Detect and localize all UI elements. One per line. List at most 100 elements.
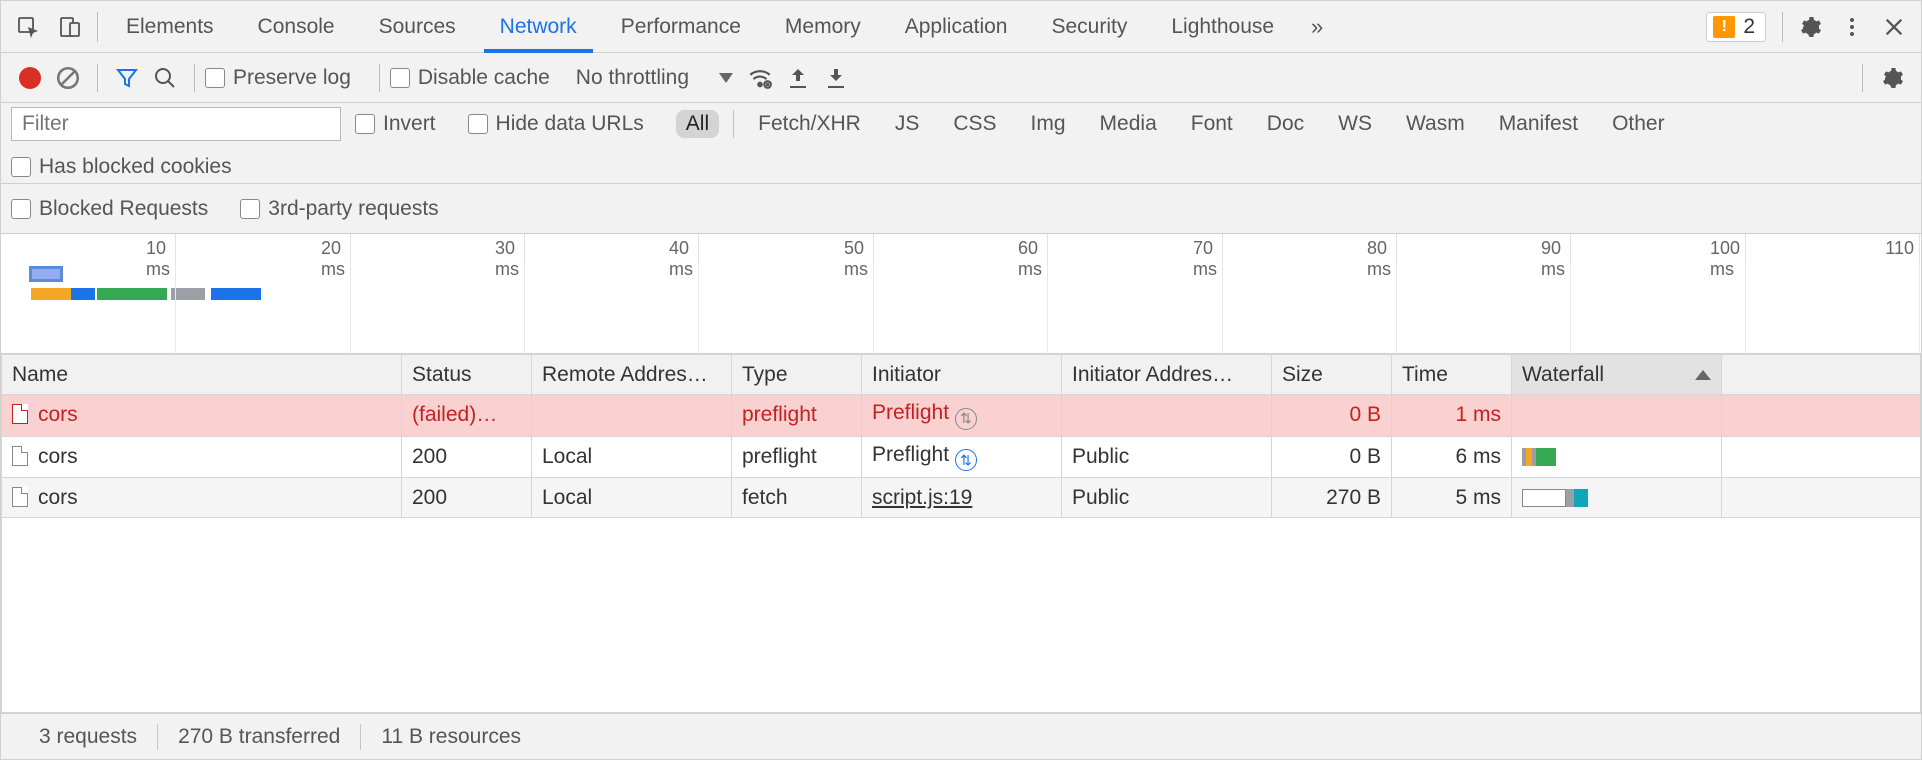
timeline-overview[interactable]: 10 ms20 ms30 ms40 ms50 ms60 ms70 ms80 ms… bbox=[1, 234, 1921, 354]
cell-type: preflight bbox=[732, 395, 862, 437]
separator bbox=[97, 12, 98, 42]
tab-lighthouse[interactable]: Lighthouse bbox=[1149, 1, 1296, 52]
cell-name: cors bbox=[2, 436, 402, 478]
cell-spacer bbox=[1722, 436, 1921, 478]
checkbox-icon bbox=[390, 68, 410, 88]
panel-tabstrip: ElementsConsoleSourcesNetworkPerformance… bbox=[1, 1, 1921, 53]
tab-console[interactable]: Console bbox=[236, 1, 357, 52]
network-conditions-icon[interactable] bbox=[741, 59, 779, 97]
tab-elements[interactable]: Elements bbox=[104, 1, 236, 52]
cell-status: 200 bbox=[402, 478, 532, 518]
table-row[interactable]: cors(failed)…preflightPreflight⇅0 B1 ms bbox=[2, 395, 1921, 437]
device-toolbar-icon[interactable] bbox=[49, 6, 91, 48]
cell-remote-address: Local bbox=[532, 478, 732, 518]
3rd-party-requests-checkbox[interactable]: 3rd-party requests bbox=[240, 197, 438, 221]
type-filter-img[interactable]: Img bbox=[1021, 110, 1076, 138]
col-type[interactable]: Type bbox=[732, 355, 862, 395]
settings-gear-icon[interactable] bbox=[1789, 6, 1831, 48]
type-filter-js[interactable]: JS bbox=[885, 110, 930, 138]
col-initiator[interactable]: Initiator bbox=[862, 355, 1062, 395]
more-tabs-icon[interactable]: » bbox=[1296, 6, 1338, 48]
record-button[interactable] bbox=[11, 59, 49, 97]
tab-network[interactable]: Network bbox=[478, 1, 599, 52]
issues-badge[interactable]: ! 2 bbox=[1706, 12, 1766, 42]
throttling-select[interactable]: No throttling bbox=[568, 64, 741, 92]
timeline-tick: 20 ms bbox=[350, 234, 351, 264]
type-filter-css[interactable]: CSS bbox=[943, 110, 1006, 138]
timeline-tick: 30 ms bbox=[524, 234, 525, 264]
filter-input[interactable] bbox=[11, 107, 341, 141]
has-blocked-cookies-label: Has blocked cookies bbox=[39, 155, 232, 179]
col-status[interactable]: Status bbox=[402, 355, 532, 395]
tab-performance[interactable]: Performance bbox=[599, 1, 763, 52]
col-initiator-address[interactable]: Initiator Addres… bbox=[1062, 355, 1272, 395]
search-icon[interactable] bbox=[146, 59, 184, 97]
kebab-menu-icon[interactable] bbox=[1831, 6, 1873, 48]
type-filter-fetch-xhr[interactable]: Fetch/XHR bbox=[748, 110, 871, 138]
type-filter-manifest[interactable]: Manifest bbox=[1489, 110, 1588, 138]
cell-status: (failed)… bbox=[402, 395, 532, 437]
col-remote-address[interactable]: Remote Addres… bbox=[532, 355, 732, 395]
type-filter-ws[interactable]: WS bbox=[1328, 110, 1382, 138]
filter-bar-2: Blocked Requests 3rd-party requests bbox=[1, 184, 1921, 234]
download-har-icon[interactable] bbox=[817, 59, 855, 97]
type-filter-media[interactable]: Media bbox=[1090, 110, 1167, 138]
timeline-selection-handle[interactable] bbox=[29, 266, 63, 282]
timeline-bar bbox=[31, 288, 71, 300]
tab-security[interactable]: Security bbox=[1029, 1, 1149, 52]
type-filter-wasm[interactable]: Wasm bbox=[1396, 110, 1475, 138]
preflight-swap-icon: ⇅ bbox=[955, 408, 977, 430]
tab-sources[interactable]: Sources bbox=[357, 1, 478, 52]
invert-checkbox[interactable]: Invert bbox=[355, 112, 436, 136]
checkbox-icon bbox=[205, 68, 225, 88]
preserve-log-label: Preserve log bbox=[233, 66, 351, 90]
type-filter-other[interactable]: Other bbox=[1602, 110, 1675, 138]
col-size[interactable]: Size bbox=[1272, 355, 1392, 395]
preflight-swap-icon: ⇅ bbox=[955, 449, 977, 471]
separator bbox=[1782, 12, 1783, 42]
clear-log-icon[interactable] bbox=[49, 59, 87, 97]
waterfall-bar bbox=[1522, 489, 1588, 507]
disable-cache-checkbox[interactable]: Disable cache bbox=[390, 66, 550, 90]
type-filter-doc[interactable]: Doc bbox=[1257, 110, 1314, 138]
checkbox-icon bbox=[11, 157, 31, 177]
cell-name: cors bbox=[2, 478, 402, 518]
cell-initiator[interactable]: script.js:19 bbox=[862, 478, 1062, 518]
cell-waterfall bbox=[1512, 478, 1722, 518]
table-row[interactable]: cors200LocalpreflightPreflight⇅Public0 B… bbox=[2, 436, 1921, 478]
timeline-gridline bbox=[1570, 264, 1571, 354]
invert-label: Invert bbox=[383, 112, 436, 136]
separator bbox=[733, 110, 734, 138]
cell-initiator-address: Public bbox=[1062, 436, 1272, 478]
timeline-gridline bbox=[873, 264, 874, 354]
disable-cache-label: Disable cache bbox=[418, 66, 550, 90]
timeline-gridline bbox=[350, 264, 351, 354]
table-row[interactable]: cors200Localfetchscript.js:19Public270 B… bbox=[2, 478, 1921, 518]
type-filter-all[interactable]: All bbox=[676, 110, 719, 138]
network-settings-gear-icon[interactable] bbox=[1873, 59, 1911, 97]
table-header-row: Name Status Remote Addres… Type Initiato… bbox=[2, 355, 1921, 395]
has-blocked-cookies-checkbox[interactable]: Has blocked cookies bbox=[11, 155, 232, 179]
inspect-element-icon[interactable] bbox=[7, 6, 49, 48]
preserve-log-checkbox[interactable]: Preserve log bbox=[205, 66, 351, 90]
timeline-bar bbox=[211, 288, 261, 300]
status-requests: 3 requests bbox=[19, 725, 157, 749]
hide-data-urls-checkbox[interactable]: Hide data URLs bbox=[468, 112, 644, 136]
close-panel-icon[interactable] bbox=[1873, 6, 1915, 48]
blocked-requests-checkbox[interactable]: Blocked Requests bbox=[11, 197, 208, 221]
col-time[interactable]: Time bbox=[1392, 355, 1512, 395]
cell-initiator: Preflight⇅ bbox=[862, 395, 1062, 437]
filter-funnel-icon[interactable] bbox=[108, 59, 146, 97]
col-waterfall[interactable]: Waterfall bbox=[1512, 355, 1722, 395]
cell-remote-address: Local bbox=[532, 436, 732, 478]
tab-memory[interactable]: Memory bbox=[763, 1, 883, 52]
request-grid: Name Status Remote Addres… Type Initiato… bbox=[1, 354, 1921, 713]
timeline-gridline bbox=[1919, 264, 1920, 354]
upload-har-icon[interactable] bbox=[779, 59, 817, 97]
col-name[interactable]: Name bbox=[2, 355, 402, 395]
timeline-tick: 10 ms bbox=[175, 234, 176, 264]
tab-application[interactable]: Application bbox=[883, 1, 1030, 52]
type-filter-font[interactable]: Font bbox=[1181, 110, 1243, 138]
timeline-gridline bbox=[1047, 264, 1048, 354]
status-bar: 3 requests 270 B transferred 11 B resour… bbox=[1, 713, 1921, 759]
